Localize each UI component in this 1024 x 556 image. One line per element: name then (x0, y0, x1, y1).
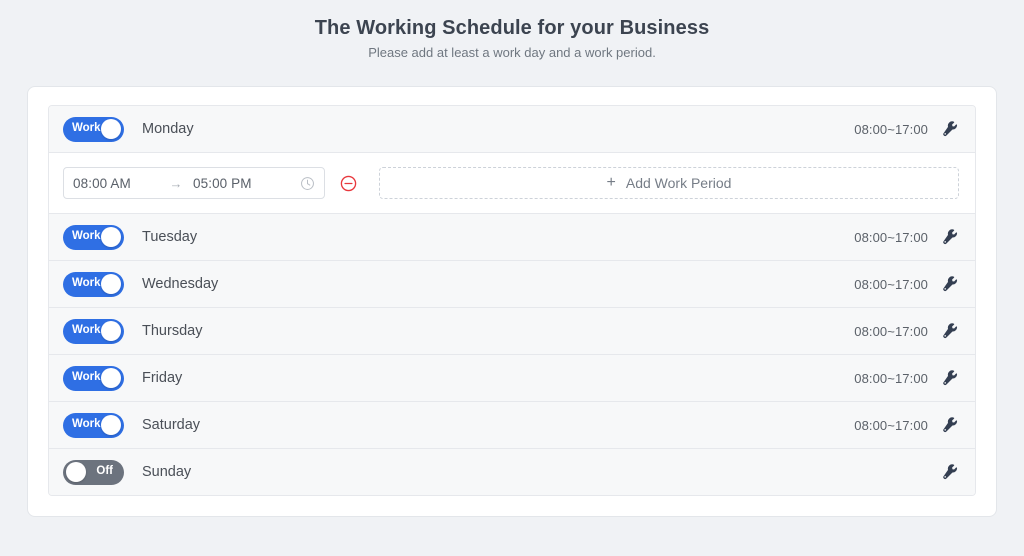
wrench-icon[interactable] (942, 275, 959, 293)
day-name-label: Saturday (142, 417, 201, 433)
clock-icon[interactable] (300, 176, 315, 191)
work-toggle[interactable]: Off (63, 459, 124, 485)
work-toggle-knob (101, 227, 121, 247)
wrench-icon[interactable] (942, 322, 959, 340)
time-range-picker[interactable]: → (63, 167, 325, 199)
day-row-left: Work Thursday (63, 318, 854, 344)
day-name-label: Friday (142, 370, 183, 386)
day-row-left: Work Wednesday (63, 271, 854, 297)
day-time-range: 08:00~17:00 (854, 121, 928, 137)
day-row-sunday[interactable]: Off Sunday (49, 448, 975, 495)
day-row-friday[interactable]: Work Friday 08:00~17:00 (49, 354, 975, 401)
day-row-right: 08:00~17:00 (854, 322, 959, 340)
range-arrow-icon: → (169, 175, 183, 191)
schedule-card: Work Monday 08:00~17:00 → (27, 86, 997, 517)
work-toggle-knob (101, 119, 121, 139)
day-block: Work Tuesday 08:00~17:00 (49, 213, 975, 260)
day-row-right: 08:00~17:00 (854, 120, 959, 138)
day-row-left: Work Friday (63, 365, 854, 391)
work-toggle[interactable]: Work (63, 116, 124, 142)
wrench-icon[interactable] (942, 120, 959, 138)
work-toggle-label: Off (96, 465, 113, 478)
work-toggle-label: Work (72, 418, 101, 431)
day-row-right: 08:00~17:00 (854, 416, 959, 434)
work-period-editor: → + Add Work Period (49, 153, 975, 213)
work-toggle-label: Work (72, 277, 101, 290)
wrench-icon[interactable] (942, 416, 959, 434)
day-row-right (928, 463, 959, 481)
day-row-left: Work Tuesday (63, 224, 854, 250)
page-title: The Working Schedule for your Business (314, 17, 710, 39)
work-toggle[interactable]: Work (63, 224, 124, 250)
day-block: Work Friday 08:00~17:00 (49, 354, 975, 401)
work-toggle[interactable]: Work (63, 412, 124, 438)
day-row-right: 08:00~17:00 (854, 275, 959, 293)
day-name-label: Tuesday (142, 229, 198, 245)
work-toggle-label: Work (72, 371, 101, 384)
day-row-wednesday[interactable]: Work Wednesday 08:00~17:00 (49, 260, 975, 307)
work-toggle-knob (101, 415, 121, 435)
day-block: Work Wednesday 08:00~17:00 (49, 260, 975, 307)
work-toggle-label: Work (72, 230, 101, 243)
day-time-range: 08:00~17:00 (854, 370, 928, 386)
plus-icon: + (606, 174, 616, 191)
wrench-icon[interactable] (942, 369, 959, 387)
work-toggle-knob (101, 321, 121, 341)
day-time-range: 08:00~17:00 (854, 276, 928, 292)
day-block: Off Sunday (49, 448, 975, 495)
remove-period-button[interactable] (340, 175, 357, 192)
page-subtitle: Please add at least a work day and a wor… (368, 45, 656, 60)
wrench-icon[interactable] (942, 463, 959, 481)
day-row-right: 08:00~17:00 (854, 369, 959, 387)
day-name-label: Sunday (142, 464, 192, 480)
day-name-label: Wednesday (142, 276, 219, 292)
day-block: Work Saturday 08:00~17:00 (49, 401, 975, 448)
end-time-input[interactable] (193, 175, 279, 191)
start-time-input[interactable] (73, 175, 159, 191)
work-toggle-label: Work (72, 324, 101, 337)
work-toggle-knob (101, 368, 121, 388)
day-row-right: 08:00~17:00 (854, 228, 959, 246)
day-row-monday[interactable]: Work Monday 08:00~17:00 (49, 106, 975, 153)
day-time-range: 08:00~17:00 (854, 229, 928, 245)
wrench-icon[interactable] (942, 228, 959, 246)
day-row-left: Work Monday (63, 116, 854, 142)
page-header: The Working Schedule for your Business P… (0, 0, 1024, 63)
day-row-left: Off Sunday (63, 459, 928, 485)
day-block: Work Monday 08:00~17:00 → (49, 106, 975, 213)
day-name-label: Thursday (142, 323, 203, 339)
day-time-range: 08:00~17:00 (854, 417, 928, 433)
day-block: Work Thursday 08:00~17:00 (49, 307, 975, 354)
work-toggle-label: Work (72, 122, 101, 135)
schedule-day-list: Work Monday 08:00~17:00 → (48, 105, 976, 496)
day-time-range: 08:00~17:00 (854, 323, 928, 339)
day-name-label: Monday (142, 121, 194, 137)
work-toggle-knob (66, 462, 86, 482)
work-toggle[interactable]: Work (63, 271, 124, 297)
day-row-saturday[interactable]: Work Saturday 08:00~17:00 (49, 401, 975, 448)
day-row-left: Work Saturday (63, 412, 854, 438)
add-work-period-button[interactable]: + Add Work Period (379, 167, 959, 199)
day-row-tuesday[interactable]: Work Tuesday 08:00~17:00 (49, 213, 975, 260)
day-row-thursday[interactable]: Work Thursday 08:00~17:00 (49, 307, 975, 354)
work-toggle-knob (101, 274, 121, 294)
work-toggle[interactable]: Work (63, 365, 124, 391)
work-toggle[interactable]: Work (63, 318, 124, 344)
add-work-period-label: Add Work Period (625, 175, 732, 191)
